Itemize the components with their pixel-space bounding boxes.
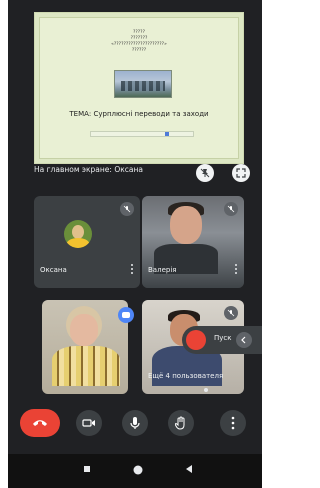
home-icon[interactable] — [132, 464, 144, 476]
more-options-icon[interactable] — [235, 264, 238, 274]
avatar — [64, 220, 92, 248]
microphone-button[interactable] — [122, 410, 148, 436]
participant-name: Оксана — [40, 266, 67, 274]
unpin-button[interactable] — [196, 164, 214, 182]
presentation-caption: На главном экране: Оксана — [34, 165, 143, 174]
mic-off-icon — [224, 306, 238, 320]
participant-tile[interactable]: Оксана — [34, 196, 140, 288]
fullscreen-icon — [236, 168, 246, 178]
slide: ????? ??????? «?????????????????????» ??… — [39, 17, 239, 159]
participant-name: Ещё 4 пользователя — [148, 372, 224, 380]
participant-name: Валерія — [148, 266, 177, 274]
system-nav-bar — [8, 454, 262, 488]
record-icon — [186, 330, 206, 350]
more-options-button[interactable] — [220, 410, 246, 436]
meeting-screen: ????? ??????? «?????????????????????» ??… — [8, 0, 262, 488]
page-indicator — [204, 388, 208, 392]
hand-icon — [175, 416, 185, 430]
fullscreen-button[interactable] — [232, 164, 250, 182]
participant-tile[interactable] — [42, 300, 128, 394]
more-vert-icon — [231, 416, 235, 430]
mic-off-icon — [120, 202, 134, 216]
more-options-icon[interactable] — [131, 264, 134, 274]
pin-off-icon — [200, 168, 210, 178]
mic-icon — [130, 417, 140, 429]
back-icon[interactable] — [184, 464, 194, 474]
end-call-button[interactable] — [20, 409, 60, 437]
chevron-left-icon[interactable] — [236, 332, 252, 348]
mic-off-icon — [224, 202, 238, 216]
raised-hand-icon — [118, 307, 134, 323]
recording-label: Пуск — [214, 334, 232, 342]
presentation-view[interactable]: ????? ??????? «?????????????????????» ??… — [34, 12, 244, 164]
participant-tile[interactable]: Валерія — [142, 196, 244, 288]
raise-hand-button[interactable] — [168, 410, 194, 436]
recording-control[interactable]: Пуск — [182, 326, 262, 354]
slide-image — [114, 70, 172, 98]
video-icon — [82, 419, 95, 427]
camera-button[interactable] — [76, 410, 102, 436]
hangup-icon — [33, 420, 47, 426]
video-feed — [42, 300, 128, 394]
slide-topic: ТЕМА: Сурплюсні переводи та заходи — [69, 110, 209, 118]
call-controls — [8, 402, 262, 442]
recents-icon[interactable] — [82, 464, 92, 474]
slide-heading: ????? ??????? «?????????????????????» ??… — [111, 30, 167, 53]
slide-progress — [90, 131, 194, 137]
